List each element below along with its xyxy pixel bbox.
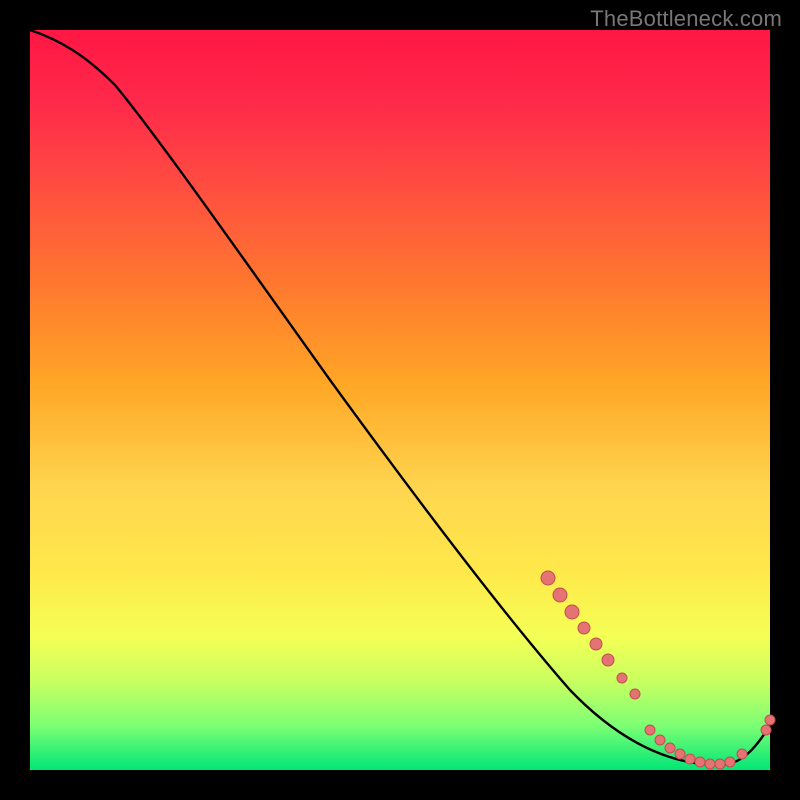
marker-dot	[715, 759, 725, 769]
marker-dot	[617, 673, 627, 683]
plot-area	[30, 30, 770, 770]
marker-dot	[665, 743, 675, 753]
marker-dot	[695, 757, 705, 767]
chart-svg	[30, 30, 770, 770]
marker-dot	[765, 715, 775, 725]
marker-dot	[675, 749, 685, 759]
marker-dot	[645, 725, 655, 735]
watermark-text: TheBottleneck.com	[590, 6, 782, 32]
marker-dot	[553, 588, 567, 602]
marker-dot	[590, 638, 602, 650]
marker-dot	[578, 622, 590, 634]
bottleneck-curve	[30, 30, 770, 765]
marker-dot	[541, 571, 555, 585]
marker-dot	[685, 754, 695, 764]
marker-dot	[602, 654, 614, 666]
marker-dot	[725, 757, 735, 767]
marker-dot	[565, 605, 579, 619]
marker-dot	[737, 749, 747, 759]
marker-dot	[655, 735, 665, 745]
marker-dot	[761, 725, 771, 735]
chart-frame: TheBottleneck.com	[0, 0, 800, 800]
marker-group	[541, 571, 775, 769]
marker-dot	[705, 759, 715, 769]
marker-dot	[630, 689, 640, 699]
